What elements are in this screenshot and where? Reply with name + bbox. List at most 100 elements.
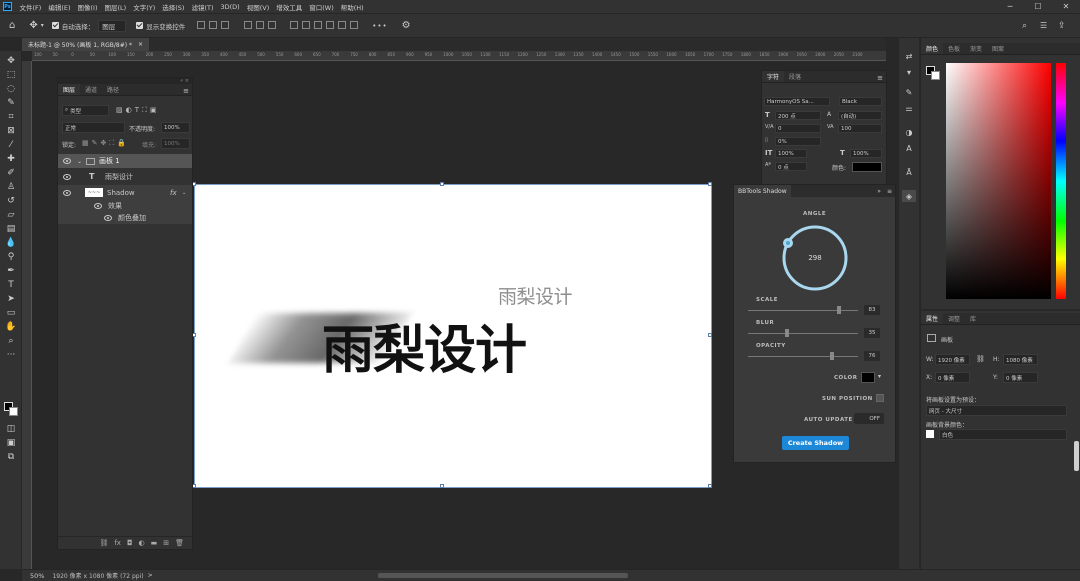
preset-dropdown[interactable]: 网页 - 大尺寸 [926, 405, 1067, 416]
layer-row-artboard[interactable]: ⌄ 画板 1 [58, 154, 192, 168]
comment-icon[interactable]: ▾ [902, 66, 916, 78]
font-family-dropdown[interactable]: HarmonyOS Sa... [764, 97, 830, 106]
maximize-icon[interactable]: ☐ [1024, 0, 1052, 13]
align-vcenter-icon[interactable] [255, 20, 264, 29]
screen-mode-icon[interactable]: ▣ [4, 437, 18, 449]
bg-color-dropdown[interactable]: 白色 [939, 429, 1067, 440]
sun-position-checkbox[interactable] [876, 394, 884, 402]
close-window-icon[interactable]: ✕ [1052, 0, 1080, 13]
tab-character[interactable]: 字符 [762, 71, 785, 82]
history-icon[interactable]: ⇄ [902, 50, 916, 62]
align-left-icon[interactable] [197, 20, 206, 29]
baseline-input[interactable]: 0 点 [775, 162, 807, 171]
marquee-tool-icon[interactable]: ⬚ [4, 69, 18, 81]
height-input[interactable]: 1080 像素 [1003, 354, 1038, 365]
pen-tool-icon[interactable]: ✒ [4, 265, 18, 277]
document-tab[interactable]: 未标题-1 @ 50% (画板 1, RGB/8#) * × [22, 38, 150, 51]
fill-input[interactable]: 100% [161, 138, 190, 149]
status-menu-arrow[interactable]: > [148, 572, 153, 579]
width-input[interactable]: 1920 像素 [935, 354, 970, 365]
layer-row-shadow[interactable]: ~~~ Shadow fx ⌄ [58, 185, 192, 200]
opacity-slider-thumb[interactable] [829, 352, 834, 360]
shapes-icon[interactable]: ◑ [902, 126, 916, 138]
tab-paragraph[interactable]: 段落 [784, 71, 806, 82]
share-icon[interactable]: ⇪ [1058, 21, 1066, 31]
color-field[interactable] [946, 63, 1051, 299]
menu-edit[interactable]: 编辑(E) [45, 2, 74, 12]
trash-icon[interactable]: 🗑 [175, 539, 184, 547]
path-select-tool-icon[interactable]: ➤ [4, 293, 18, 305]
zoom-tool-icon[interactable]: ⌕ [4, 335, 18, 347]
transform-handle[interactable] [440, 484, 444, 488]
layer-filter-icons[interactable]: ▨◐T⛶▣ [116, 106, 160, 115]
opacity-slider[interactable] [748, 352, 858, 360]
transform-handle[interactable] [708, 333, 712, 337]
tracking-input[interactable]: 100 [838, 124, 882, 133]
align-top-icon[interactable] [243, 20, 252, 29]
brush-settings-icon[interactable]: ✎ [902, 86, 916, 98]
tab-gradients[interactable]: 渐变 [965, 43, 987, 54]
tab-paths[interactable]: 路径 [102, 84, 124, 95]
lock-icons[interactable]: ▦✎✥⛶🔒 [82, 139, 129, 148]
visibility-eye-icon[interactable] [63, 173, 71, 180]
canvas-text-small[interactable]: 雨梨设计 [498, 282, 573, 309]
create-shadow-button[interactable]: Create Shadow [782, 436, 849, 450]
distribute-icon[interactable] [350, 20, 359, 29]
blend-mode-dropdown[interactable]: 正常 [62, 122, 125, 133]
fx-badge[interactable]: fx [170, 189, 177, 197]
transform-handle[interactable] [708, 182, 712, 186]
align-hcenter-icon[interactable] [209, 20, 218, 29]
hand-tool-icon[interactable]: ✋ [4, 321, 18, 333]
panel-menu-icon[interactable]: ≡ [887, 188, 892, 195]
learn-icon[interactable]: ☰ [1040, 21, 1047, 30]
tsume-input[interactable]: 0% [775, 137, 821, 146]
menu-image[interactable]: 图像(I) [74, 2, 101, 12]
kerning-input[interactable]: 0 [775, 124, 821, 133]
menu-select[interactable]: 选择(S) [159, 2, 188, 12]
scale-slider-thumb[interactable] [837, 306, 842, 314]
scale-slider[interactable] [748, 306, 858, 314]
x-input[interactable]: 0 像素 [935, 372, 970, 383]
transform-handle[interactable] [440, 182, 444, 186]
more-options-button[interactable]: ••• [372, 22, 387, 30]
zoom-level[interactable]: 50% [30, 572, 44, 580]
background-color-swatch[interactable] [931, 71, 940, 80]
visibility-eye-icon[interactable] [94, 203, 102, 209]
eyedropper-tool-icon[interactable]: ⁄ [4, 139, 18, 151]
crop-tool-icon[interactable]: ⌗ [4, 111, 18, 123]
panel-menu-icon[interactable]: ≡ [183, 87, 192, 95]
brush-tool-icon[interactable]: ✐ [4, 167, 18, 179]
history-brush-icon[interactable]: ↺ [4, 195, 18, 207]
link-icon[interactable]: ⛓ [99, 539, 108, 547]
blur-tool-icon[interactable]: 💧 [4, 237, 18, 249]
minimize-icon[interactable]: ─ [996, 0, 1024, 13]
vertical-scale-input[interactable]: 100% [775, 149, 807, 158]
horizontal-scale-input[interactable]: 100% [850, 149, 882, 158]
menu-layer[interactable]: 图层(L) [101, 2, 130, 12]
text-color-swatch[interactable] [852, 162, 882, 172]
scale-value[interactable]: 83 [864, 305, 880, 315]
healing-tool-icon[interactable]: ✚ [4, 153, 18, 165]
menu-view[interactable]: 视图(V) [243, 2, 273, 12]
show-transform-checkbox[interactable] [136, 22, 144, 29]
menu-plugins[interactable]: 增效工具 [273, 2, 306, 12]
blur-slider[interactable] [748, 329, 858, 337]
background-color-swatch[interactable] [9, 407, 18, 416]
type-tool-icon[interactable]: T [4, 279, 18, 291]
group-icon[interactable]: ▬ [151, 539, 158, 547]
chevron-down-icon[interactable]: ▾ [41, 22, 44, 29]
collapse-icon[interactable]: » [877, 188, 881, 195]
menu-3d[interactable]: 3D(D) [217, 3, 243, 11]
hue-slider[interactable] [1056, 63, 1066, 299]
tab-adjustments[interactable]: 调整 [943, 313, 965, 324]
layer-effect-color-overlay[interactable]: 颜色叠加 [58, 212, 192, 224]
tab-channels[interactable]: 通道 [80, 84, 102, 95]
edit-toolbar-icon[interactable]: ⧉ [4, 451, 18, 463]
frame-tool-icon[interactable]: ⊠ [4, 125, 18, 137]
menu-file[interactable]: 文件(F) [16, 2, 45, 12]
quick-select-tool-icon[interactable]: ✎ [4, 97, 18, 109]
adjust-icon[interactable]: ⚌ [902, 102, 916, 114]
chevron-down-icon[interactable]: ⌄ [182, 190, 186, 196]
eraser-tool-icon[interactable]: ▱ [4, 209, 18, 221]
character-icon[interactable]: A [902, 142, 916, 154]
